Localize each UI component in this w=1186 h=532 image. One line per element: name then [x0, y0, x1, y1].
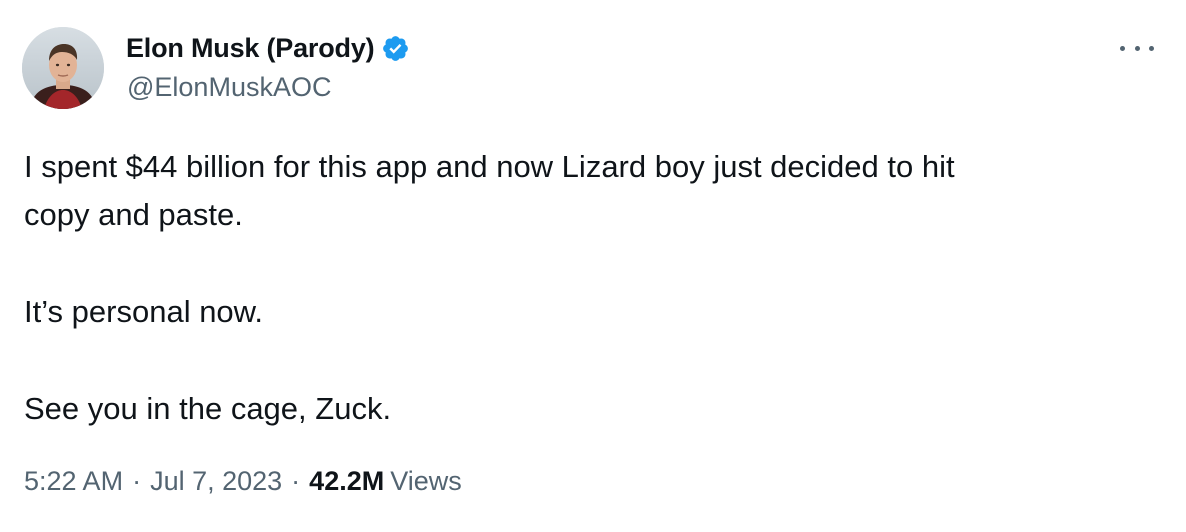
tweet-metadata: 5:22 AM · Jul 7, 2023 · 42.2M Views: [24, 466, 462, 497]
tweet-date[interactable]: Jul 7, 2023: [150, 466, 282, 497]
tweet-text-line: copy and paste.: [24, 197, 243, 232]
tweet-text-line: See you in the cage, Zuck.: [24, 391, 392, 426]
tweet-time[interactable]: 5:22 AM: [24, 466, 123, 497]
tweet-text-line: It’s personal now.: [24, 294, 263, 329]
author-name-row: Elon Musk (Parody): [126, 31, 410, 65]
author-handle[interactable]: @ElonMuskAOC: [127, 72, 331, 103]
views-label: Views: [390, 466, 462, 496]
views-count[interactable]: 42.2M: [309, 466, 384, 497]
more-dot: [1120, 45, 1125, 51]
more-options-icon[interactable]: [1120, 36, 1154, 60]
more-dot: [1134, 45, 1140, 51]
avatar[interactable]: [22, 27, 104, 109]
avatar-photo-icon: [22, 27, 104, 109]
tweet-text-line: I spent $44 billion for this app and now…: [24, 149, 955, 184]
author-display-name[interactable]: Elon Musk (Parody): [126, 33, 375, 64]
tweet-card: Elon Musk (Parody) @ElonMuskAOC I spent …: [0, 0, 1186, 532]
verified-badge-icon[interactable]: [381, 34, 410, 63]
meta-separator: ·: [132, 466, 142, 496]
meta-separator: ·: [291, 466, 301, 496]
more-dot: [1149, 45, 1154, 51]
